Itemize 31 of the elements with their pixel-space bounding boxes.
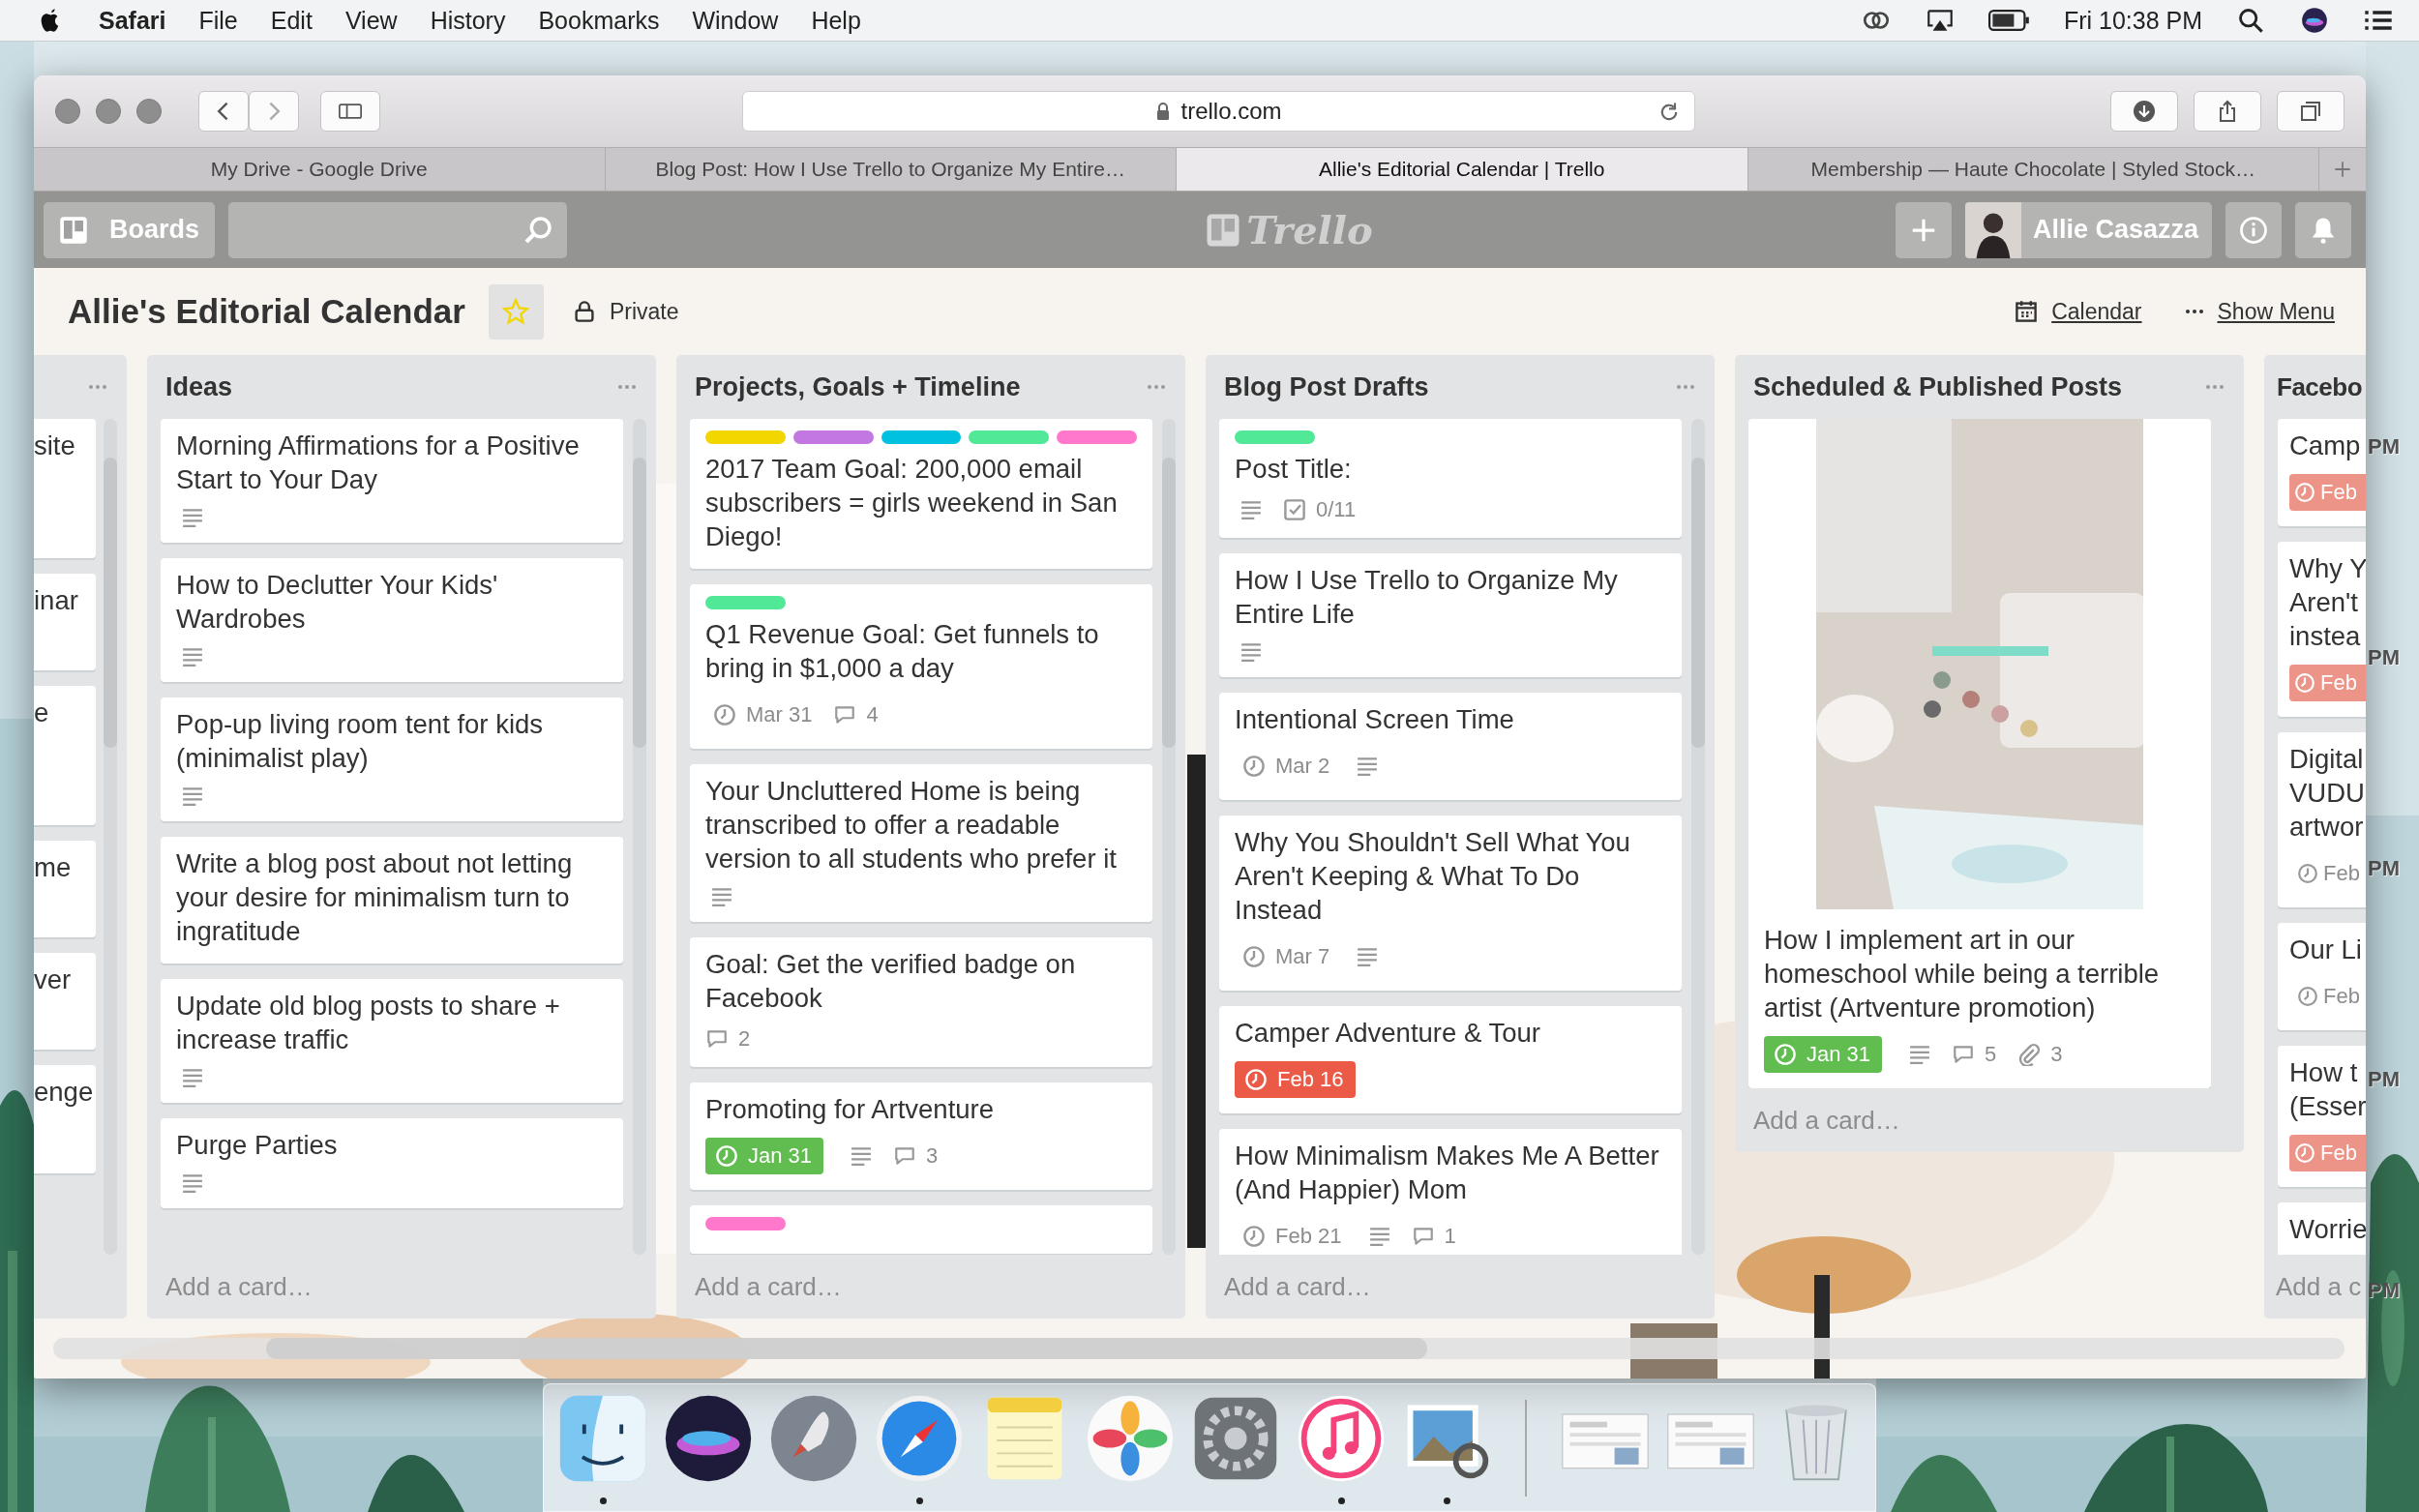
address-field[interactable]: trello.com (742, 91, 1695, 132)
running-indicator (1337, 1497, 1345, 1504)
browser-tab[interactable]: Membership — Haute Chocolate | Styled Stock… (1747, 148, 2319, 191)
close-button[interactable] (55, 99, 80, 124)
sidebar-button[interactable] (320, 91, 380, 132)
menu-item[interactable]: View (344, 6, 398, 35)
browser-tab[interactable]: My Drive - Google Drive (34, 148, 606, 191)
menu-item[interactable]: History (430, 6, 506, 35)
zoom-button[interactable] (136, 99, 162, 124)
battery-icon[interactable] (1987, 7, 2031, 34)
minimize-button[interactable] (96, 99, 121, 124)
download-icon (2133, 100, 2156, 123)
share-button[interactable] (2194, 91, 2261, 132)
running-indicator (915, 1497, 923, 1504)
menu-item[interactable]: Bookmarks (538, 6, 660, 35)
lock-icon (1155, 102, 1172, 121)
back-button[interactable] (198, 91, 249, 132)
tabs-overview-button[interactable] (2277, 91, 2344, 132)
running-indicator (599, 1497, 607, 1504)
downloads-button[interactable] (2110, 91, 2178, 132)
browser-tab[interactable]: Allie's Editorial Calendar | Trello (1177, 148, 1748, 191)
menu-item[interactable]: Edit (270, 6, 313, 35)
tabs-icon (2299, 100, 2322, 123)
running-indicator (1443, 1497, 1450, 1504)
plus-icon (2332, 159, 2353, 180)
menu-item[interactable]: File (198, 6, 238, 35)
menu-item[interactable]: Help (811, 6, 861, 35)
menu-item[interactable]: Window (692, 6, 779, 35)
siri-icon[interactable] (2299, 7, 2330, 34)
app-menu[interactable]: Safari (99, 6, 166, 35)
clock-text[interactable]: Fri 10:38 PM (2063, 6, 2202, 35)
